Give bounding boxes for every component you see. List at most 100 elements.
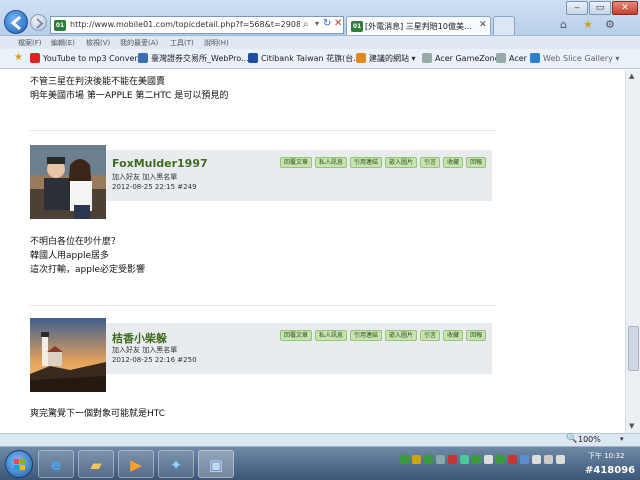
quote-link-button[interactable]: 引用連結 <box>350 330 383 341</box>
embed-image-button[interactable]: 嵌入圖片 <box>385 157 418 168</box>
author-actions[interactable]: 加入好友 加入黑名單 <box>112 172 177 182</box>
favorites-star-icon[interactable]: ★ <box>14 52 23 63</box>
tab-title: [外電消息] 三星判賠10億美... <box>365 22 472 31</box>
start-button[interactable] <box>5 450 33 478</box>
menu-help[interactable]: 說明(H) <box>204 38 229 48</box>
stop-icon[interactable]: ✕ <box>334 18 342 29</box>
home-icon[interactable]: ⌂ <box>560 18 567 31</box>
gear-icon[interactable]: ⚙ <box>605 18 615 31</box>
author-name[interactable]: FoxMulder1997 <box>112 157 208 170</box>
post-body: 爽完驚覺下一個對象可能就是HTC <box>30 409 166 419</box>
app-icon[interactable]: ✦ <box>158 450 194 478</box>
page-viewport: 不管三星在判決後能不能在美國賣 明年美國市場 第一APPLE 第二HTC 是可以… <box>0 70 625 433</box>
favorite-link[interactable]: Acer <box>496 53 527 63</box>
volume-icon[interactable] <box>544 455 553 464</box>
flag-icon[interactable] <box>556 455 565 464</box>
clock-time[interactable]: 下午 10:32 <box>588 451 624 461</box>
pm-button[interactable]: 私人訊息 <box>315 157 348 168</box>
menu-bar: 檔案(F) 編輯(E) 檢視(V) 我的最愛(A) 工具(T) 說明(H) <box>0 36 640 49</box>
mobile01-favicon-icon: 01 <box>351 21 363 32</box>
close-window-button[interactable]: ✕ <box>612 1 638 15</box>
bookmark-button[interactable]: 收藏 <box>443 157 464 168</box>
tray-icon[interactable] <box>520 455 529 464</box>
embed-image-button[interactable]: 嵌入圖片 <box>385 330 418 341</box>
taskbar: e ▰ ▶ ✦ ▣ 下午 10:32 #418096 <box>0 446 640 480</box>
tray-icon[interactable] <box>496 455 505 464</box>
favorite-link[interactable]: Citibank Taiwan 花旗(台... <box>248 53 361 64</box>
favorite-link[interactable]: Web Slice Gallery ▾ <box>530 53 619 63</box>
menu-tools[interactable]: 工具(T) <box>170 38 194 48</box>
reply-button[interactable]: 回覆文章 <box>280 157 313 168</box>
suggested-sites-icon <box>356 53 366 63</box>
address-bar[interactable]: 01 http://www.mobile01.com/topicdetail.p… <box>50 16 344 34</box>
post-date: 2012-08-25 22:15 #249 <box>112 183 197 191</box>
scroll-thumb[interactable] <box>628 326 639 371</box>
avatar[interactable] <box>30 318 106 392</box>
zoom-icon[interactable]: 🔍 <box>566 434 577 444</box>
scroll-down-icon[interactable]: ▼ <box>629 422 634 430</box>
menu-view[interactable]: 檢視(V) <box>86 38 110 48</box>
app-icon[interactable]: ▣ <box>198 450 234 478</box>
author-name[interactable]: 桔香小柴躲 <box>112 330 167 346</box>
favorite-link[interactable]: 臺灣證券交易所_WebPro... <box>138 53 249 64</box>
quote-button[interactable]: 引言 <box>420 157 441 168</box>
address-url[interactable]: http://www.mobile01.com/topicdetail.php?… <box>70 20 300 29</box>
quote-button[interactable]: 引言 <box>420 330 441 341</box>
folder-icon[interactable]: ▰ <box>78 450 114 478</box>
favorite-link[interactable]: YouTube to mp3 Conver... <box>30 53 145 63</box>
pm-button[interactable]: 私人訊息 <box>315 330 348 341</box>
tray-icon[interactable] <box>400 455 409 464</box>
zoom-level[interactable]: 100% <box>578 435 601 444</box>
page-icon <box>496 53 506 63</box>
author-actions[interactable]: 加入好友 加入黑名單 <box>112 345 177 355</box>
favorite-link[interactable]: Acer GameZone <box>422 53 500 63</box>
author-bar: 桔香小柴躲 加入好友 加入黑名單 2012-08-25 22:16 #250 回… <box>30 318 492 392</box>
tray-icon[interactable] <box>484 455 493 464</box>
bookmark-button[interactable]: 收藏 <box>443 330 464 341</box>
tray-icon[interactable] <box>424 455 433 464</box>
tray-icon[interactable] <box>508 455 517 464</box>
mobile01-favicon-icon: 01 <box>54 20 66 31</box>
back-arrow-icon <box>10 15 21 31</box>
favorites-bar: ★ YouTube to mp3 Conver... 臺灣證券交易所_WebPr… <box>0 49 640 69</box>
author-bar: FoxMulder1997 加入好友 加入黑名單 2012-08-25 22:1… <box>30 145 492 219</box>
tray-icon[interactable] <box>436 455 445 464</box>
tray-icon[interactable] <box>472 455 481 464</box>
forward-button[interactable] <box>30 14 47 31</box>
close-icon[interactable]: ✕ <box>479 20 487 30</box>
post-date: 2012-08-25 22:16 #250 <box>112 356 197 364</box>
minimize-button[interactable]: ‒ <box>566 1 588 15</box>
menu-file[interactable]: 檔案(F) <box>18 38 42 48</box>
tab-active[interactable]: 01 [外電消息] 三星判賠10億美... ✕ <box>346 16 491 35</box>
tray-icon[interactable] <box>448 455 457 464</box>
report-button[interactable]: 回報 <box>466 330 487 341</box>
post-divider <box>30 130 495 131</box>
network-icon[interactable] <box>532 455 541 464</box>
maximize-button[interactable]: ▭ <box>589 1 611 15</box>
refresh-icon[interactable]: ↻ <box>323 18 331 29</box>
vertical-scrollbar[interactable]: ▲ ▼ <box>625 70 640 433</box>
menu-favorites[interactable]: 我的最愛(A) <box>120 38 158 48</box>
post-body: 不管三星在判決後能不能在美國賣 明年美國市場 第一APPLE 第二HTC 是可以… <box>30 77 229 101</box>
search-icon[interactable]: ⌕ <box>303 19 309 30</box>
tray-icon[interactable] <box>460 455 469 464</box>
reply-button[interactable]: 回覆文章 <box>280 330 313 341</box>
media-player-icon[interactable]: ▶ <box>118 450 154 478</box>
quote-link-button[interactable]: 引用連結 <box>350 157 383 168</box>
chevron-down-icon[interactable]: ▾ <box>620 435 624 443</box>
avatar[interactable] <box>30 145 106 219</box>
youtube-icon <box>30 53 40 63</box>
favorite-link[interactable]: 建議的網站 ▾ <box>356 53 416 64</box>
chevron-down-icon[interactable]: ▾ <box>315 19 319 28</box>
post-action-buttons: 回覆文章 私人訊息 引用連結 嵌入圖片 引言 收藏 回報 <box>280 330 487 341</box>
citibank-icon <box>248 53 258 63</box>
new-tab-button[interactable] <box>493 16 515 35</box>
internet-explorer-icon[interactable]: e <box>38 450 74 478</box>
report-button[interactable]: 回報 <box>466 157 487 168</box>
scroll-up-icon[interactable]: ▲ <box>629 72 634 80</box>
tray-icon[interactable] <box>412 455 421 464</box>
menu-edit[interactable]: 編輯(E) <box>51 38 75 48</box>
favorites-star-icon[interactable]: ★ <box>583 18 593 31</box>
web-slice-icon <box>530 53 540 63</box>
back-button[interactable] <box>4 10 28 34</box>
